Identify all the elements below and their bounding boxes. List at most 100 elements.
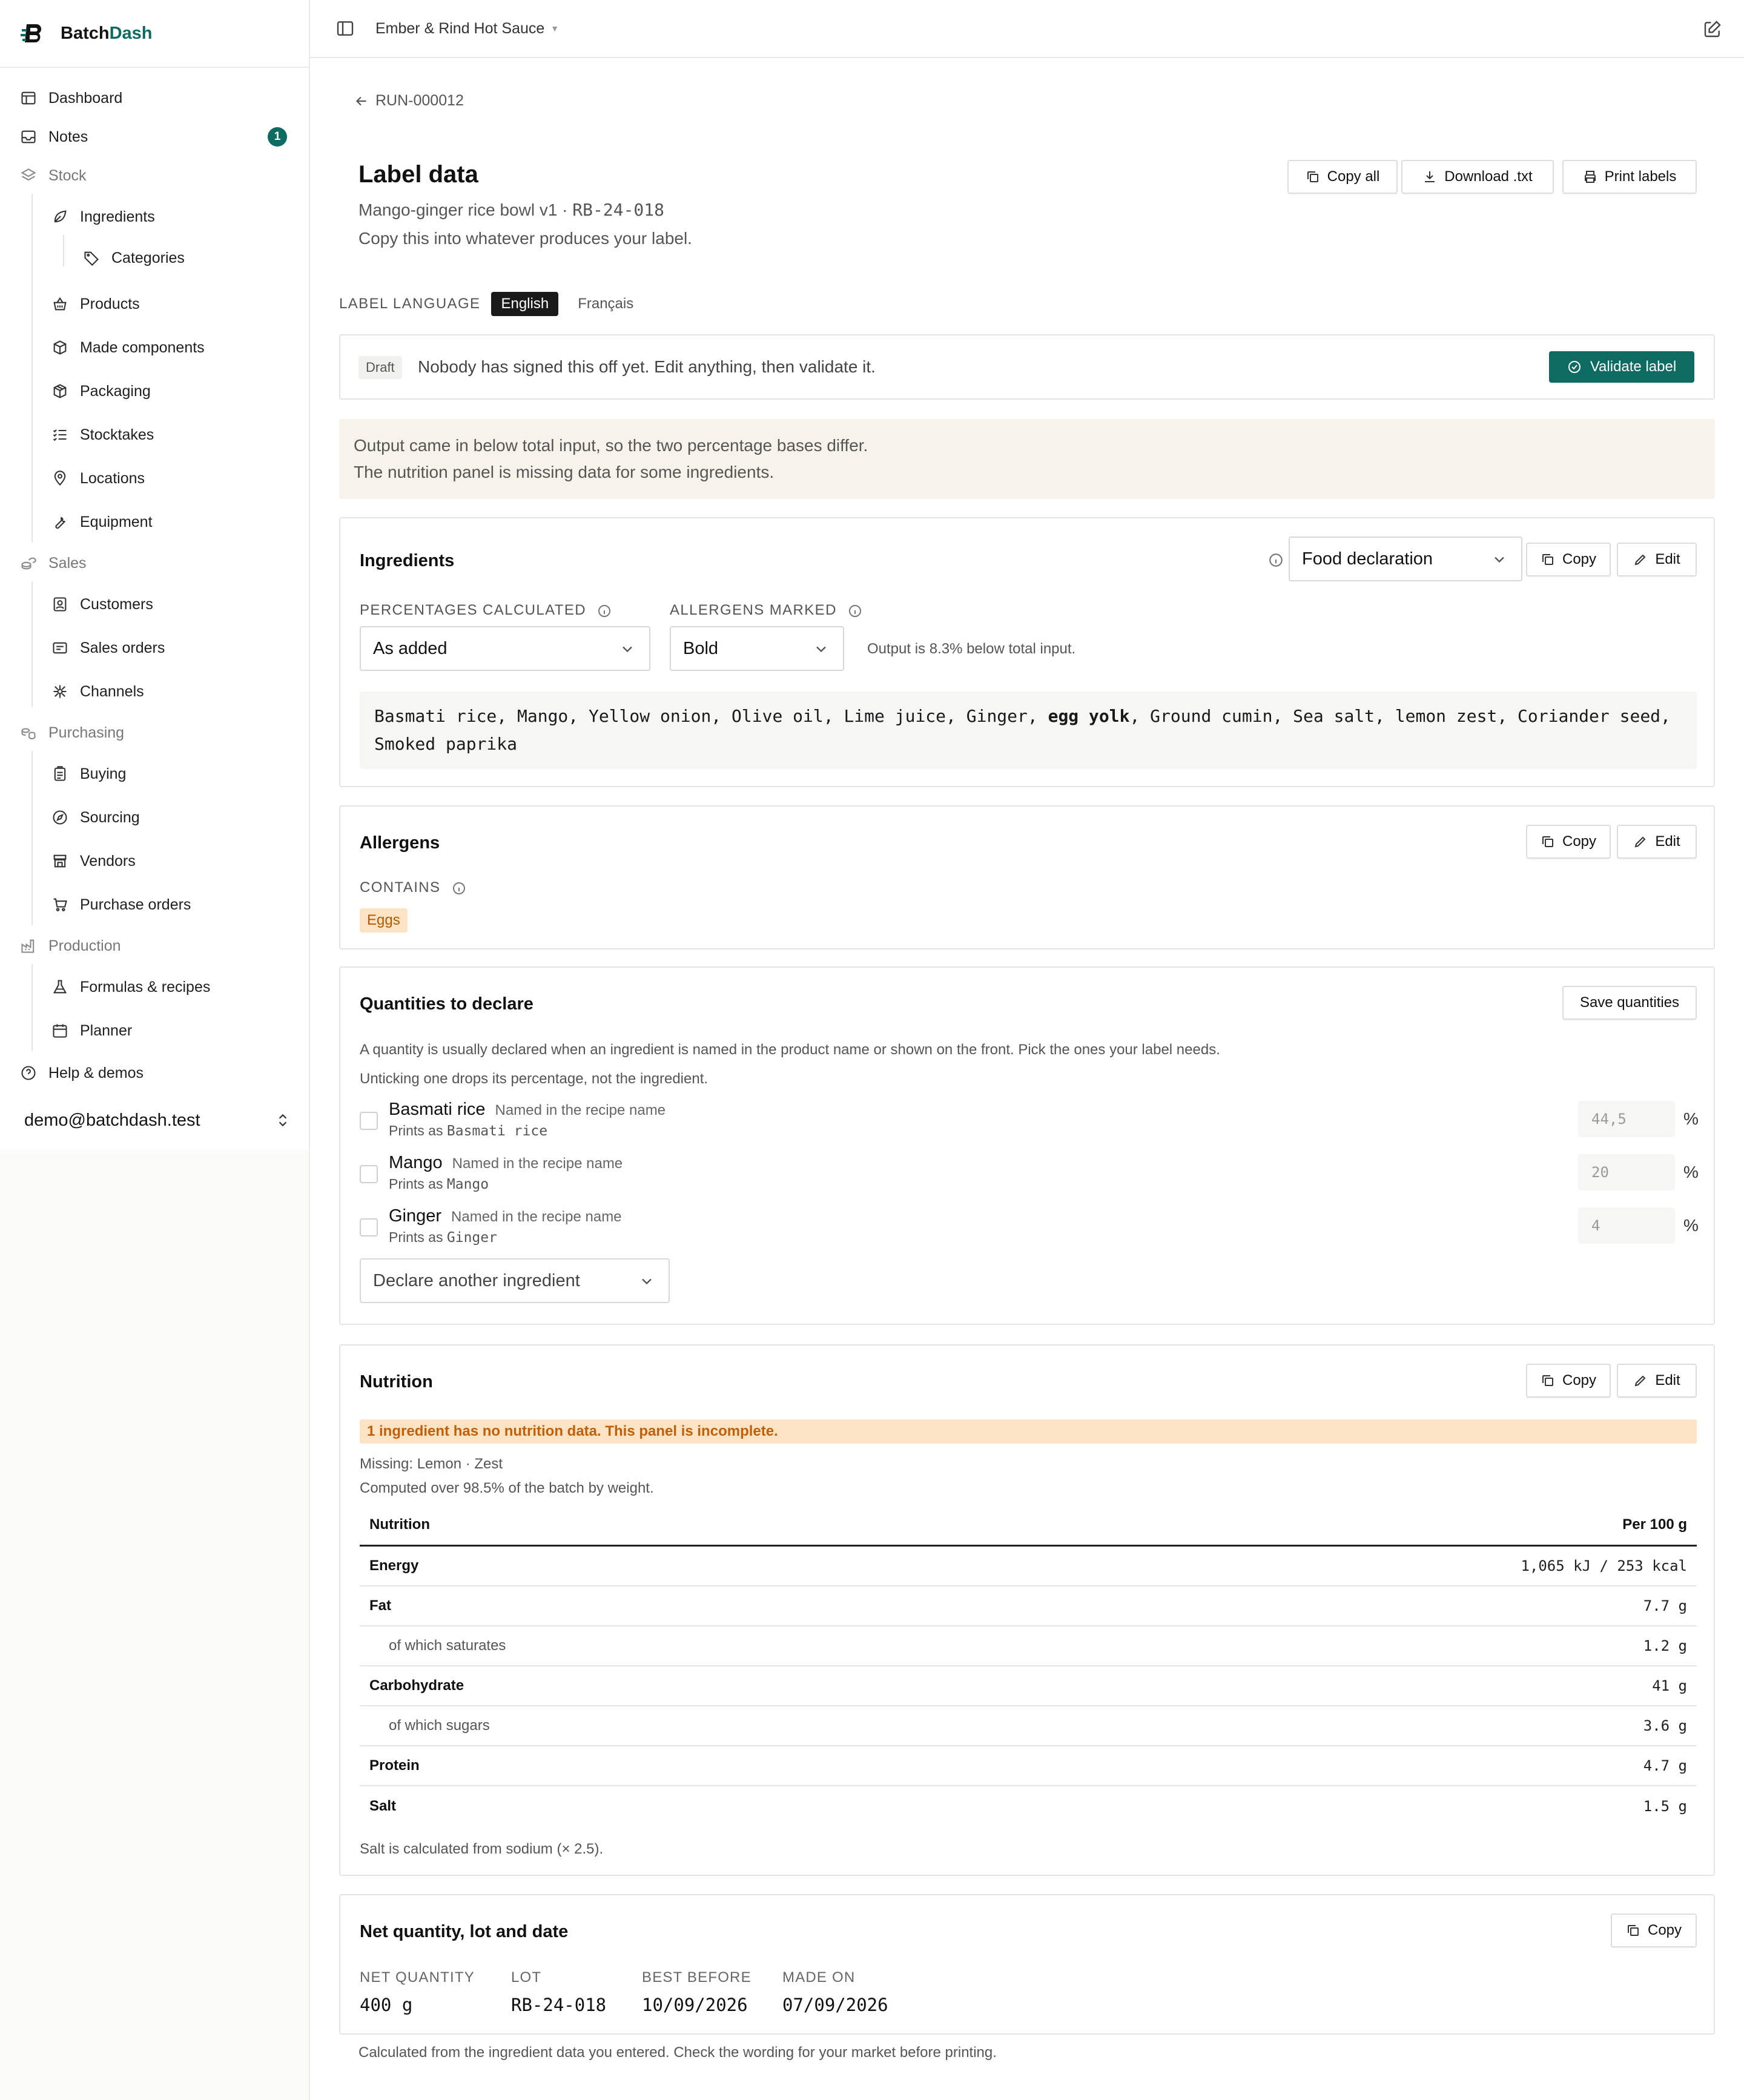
sidebar-item-buying[interactable]: Buying: [0, 757, 309, 791]
sidebar-item-vendors[interactable]: Vendors: [0, 844, 309, 878]
sidebar-group-stock[interactable]: Stock: [0, 159, 309, 193]
wrench-icon: [51, 513, 69, 531]
declare-checkbox-mango[interactable]: [360, 1165, 378, 1183]
info-icon[interactable]: [848, 604, 862, 618]
sidebar-item-customers[interactable]: Customers: [0, 587, 309, 621]
copy-icon: [1542, 1375, 1553, 1386]
brand[interactable]: BatchDash: [0, 0, 309, 68]
basket-icon: [51, 295, 69, 313]
quantity-input-mango[interactable]: 20: [1578, 1154, 1675, 1190]
sidebar-item-ingredients[interactable]: Ingredients: [0, 200, 309, 234]
declare-another-select[interactable]: Declare another ingredient: [360, 1258, 670, 1303]
declare-checkbox-ginger[interactable]: [360, 1218, 378, 1237]
info-icon[interactable]: [597, 604, 612, 618]
percent-unit: %: [1683, 1216, 1699, 1235]
inbox-icon: [19, 128, 38, 146]
quantity-input-basmati-rice[interactable]: 44,5: [1578, 1101, 1675, 1137]
sidebar-item-formulas-recipes[interactable]: Formulas & recipes: [0, 970, 309, 1004]
account-switcher[interactable]: demo@batchdash.test: [24, 1103, 291, 1137]
print-labels-button[interactable]: Print labels: [1562, 160, 1697, 194]
table-row: Fat 7.7 g: [360, 1587, 1697, 1626]
format-select[interactable]: Food declaration: [1289, 537, 1522, 581]
quantities-help-2: Unticking one drops its percentage, not …: [360, 1071, 708, 1087]
status-badge: Draft: [358, 356, 402, 379]
sidebar-item-packaging[interactable]: Packaging: [0, 374, 309, 408]
sidebar-item-sales-orders[interactable]: Sales orders: [0, 631, 309, 665]
percentages-select[interactable]: As added: [360, 626, 650, 671]
allergens-marked-label: ALLERGENS MARKED: [670, 602, 862, 619]
sidebar-background-fill: [0, 1149, 310, 2100]
copy-all-button[interactable]: Copy all: [1287, 160, 1398, 194]
percent-unit: %: [1683, 1163, 1699, 1181]
batchdash-logo-icon: [21, 24, 42, 42]
quantities-card: Quantities to declare Save quantities A …: [339, 966, 1715, 1325]
table-header-row: Nutrition Per 100 g: [360, 1504, 1697, 1547]
cart-icon: [51, 896, 69, 914]
download-txt-button[interactable]: Download .txt: [1401, 160, 1554, 194]
quantity-row-name: Ginger Named in the recipe name: [389, 1206, 622, 1226]
validate-label-button[interactable]: Validate label: [1549, 351, 1694, 383]
leaf-icon: [51, 208, 69, 226]
sidebar-group-purchasing[interactable]: Purchasing: [0, 716, 309, 750]
allergens-card: Allergens Copy Edit CONTAINS Eggs: [339, 805, 1715, 949]
coins-icon: [19, 554, 38, 572]
sidebar-toggle-icon[interactable]: [335, 19, 355, 38]
quantity-input-ginger[interactable]: 4: [1578, 1207, 1675, 1244]
language-option-french[interactable]: Français: [578, 296, 633, 312]
footer-note: Calculated from the ingredient data you …: [358, 2044, 997, 2061]
language-option-english[interactable]: English: [491, 292, 559, 316]
sidebar-item-purchase-orders[interactable]: Purchase orders: [0, 888, 309, 922]
sidebar-item-locations[interactable]: Locations: [0, 461, 309, 495]
pencil-icon: [1634, 1375, 1646, 1387]
chevron-down-icon: [816, 646, 826, 653]
status-text: Nobody has signed this off yet. Edit any…: [418, 357, 876, 376]
declare-checkbox-basmati-rice[interactable]: [360, 1112, 378, 1130]
pencil-icon: [1634, 554, 1646, 566]
copy-icon: [1307, 171, 1318, 182]
sidebar-item-stocktakes[interactable]: Stocktakes: [0, 418, 309, 452]
sidebar-item-products[interactable]: Products: [0, 287, 309, 321]
table-row: of which sugars 3.6 g: [360, 1706, 1697, 1746]
sidebar-group-production[interactable]: Production: [0, 929, 309, 963]
workspace-switcher[interactable]: Ember & Rind Hot Sauce ▼: [375, 20, 559, 38]
sidebar-item-channels[interactable]: Channels: [0, 675, 309, 708]
sidebar-item-help-demos[interactable]: Help & demos: [0, 1056, 309, 1090]
sidebar-item-equipment[interactable]: Equipment: [0, 505, 309, 539]
allergens-marked-select[interactable]: Bold: [670, 626, 844, 671]
quantity-row-prints: Prints as Ginger: [389, 1229, 497, 1246]
box-icon: [51, 338, 69, 357]
compose-icon[interactable]: [1703, 19, 1722, 39]
info-icon[interactable]: [452, 881, 466, 896]
nutrition-missing: Missing: Lemon · Zest: [360, 1456, 503, 1472]
back-link[interactable]: RUN-000012: [354, 92, 464, 110]
net-copy-button[interactable]: Copy: [1611, 1913, 1697, 1947]
nutrition-card: Nutrition Copy Edit 1 ingredient has no …: [339, 1344, 1715, 1876]
nutrition-copy-button[interactable]: Copy: [1526, 1364, 1611, 1398]
factory-icon: [19, 937, 38, 955]
nutrition-edit-button[interactable]: Edit: [1617, 1364, 1697, 1398]
save-quantities-button[interactable]: Save quantities: [1562, 986, 1697, 1020]
contact-icon: [51, 595, 69, 613]
allergens-edit-button[interactable]: Edit: [1617, 825, 1697, 859]
nutrition-title: Nutrition: [360, 1372, 433, 1392]
sidebar-group-sales[interactable]: Sales: [0, 546, 309, 580]
ingredients-edit-button[interactable]: Edit: [1617, 543, 1697, 576]
table-row: Salt 1.5 g: [369, 1798, 1687, 1815]
ingredients-copy-button[interactable]: Copy: [1526, 543, 1611, 576]
sidebar-item-sourcing[interactable]: Sourcing: [0, 801, 309, 834]
table-row: of which saturates 1.2 g: [360, 1626, 1697, 1666]
quantity-row-prints: Prints as Basmati rice: [389, 1123, 548, 1139]
sidebar-item-planner[interactable]: Planner: [0, 1014, 309, 1048]
allergens-copy-button[interactable]: Copy: [1526, 825, 1611, 859]
nutrition-warning: 1 ingredient has no nutrition data. This…: [360, 1419, 1697, 1444]
sidebar-item-dashboard[interactable]: Dashboard: [0, 81, 309, 115]
info-icon[interactable]: [1268, 552, 1284, 568]
caret-down-icon: ▼: [550, 24, 560, 33]
table-row: Protein 4.7 g: [360, 1746, 1697, 1786]
lot-field: LOT RB-24-018: [511, 1969, 607, 2015]
sidebar-item-categories[interactable]: Categories: [0, 241, 309, 275]
dashboard-icon: [19, 89, 38, 107]
page-subtitle: Mango-ginger rice bowl v1 · RB-24-018: [358, 200, 664, 220]
sidebar-item-made-components[interactable]: Made components: [0, 331, 309, 365]
sidebar-item-notes[interactable]: Notes 1: [0, 120, 309, 154]
